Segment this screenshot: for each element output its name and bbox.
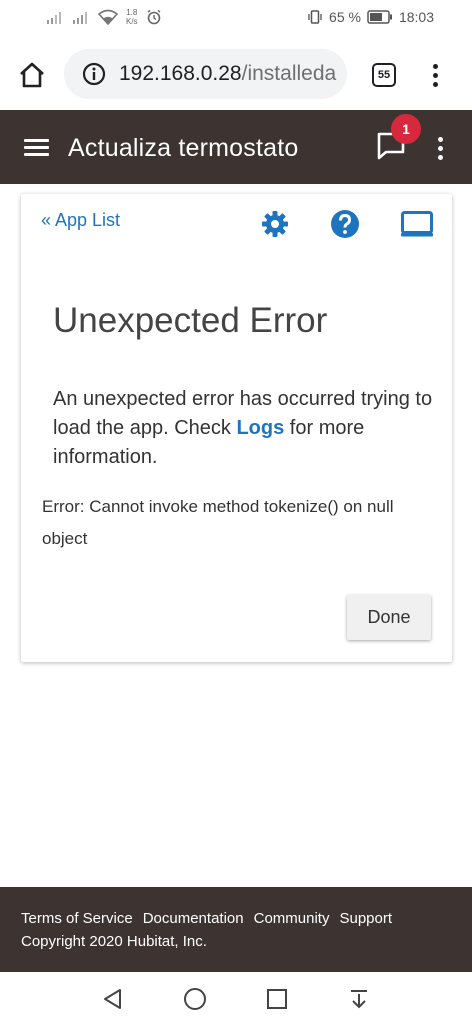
signal-icon — [47, 12, 61, 24]
error-message: An unexpected error has occurred trying … — [53, 385, 433, 472]
monitor-icon[interactable] — [401, 211, 433, 237]
clock: 18:03 — [398, 9, 434, 25]
done-button[interactable]: Done — [347, 595, 431, 640]
address-bar[interactable]: 192.168.0.28/installeda — [64, 49, 347, 99]
vibrate-icon — [308, 10, 322, 24]
footer-link-terms[interactable]: Terms of Service — [21, 910, 133, 927]
tab-switcher-button[interactable]: 55 — [372, 63, 396, 87]
browser-menu-icon[interactable] — [428, 62, 444, 90]
gear-icon[interactable] — [260, 209, 290, 239]
status-bar: 1.8 K/s 65 % 18:03 — [0, 0, 472, 40]
footer-link-documentation[interactable]: Documentation — [143, 910, 244, 927]
alarm-icon — [147, 9, 161, 25]
notification-badge: 1 — [391, 114, 421, 144]
logs-link[interactable]: Logs — [236, 417, 284, 439]
browser-toolbar: 192.168.0.28/installeda 55 — [0, 40, 472, 110]
help-icon[interactable] — [330, 209, 360, 239]
error-title: Unexpected Error — [53, 301, 328, 340]
menu-icon[interactable] — [24, 139, 49, 157]
signal-icon — [73, 12, 87, 24]
speed-unit: K/s — [126, 17, 138, 26]
overflow-menu-icon[interactable] — [433, 135, 449, 163]
system-nav-bar — [0, 972, 472, 1024]
page-title: Actualiza termostato — [68, 134, 299, 162]
download-icon[interactable] — [346, 986, 372, 1012]
footer-link-community[interactable]: Community — [254, 910, 330, 927]
battery-icon — [367, 10, 392, 24]
info-icon[interactable] — [82, 62, 106, 86]
footer-links: Terms of Service Documentation Community… — [21, 910, 392, 927]
url-text[interactable]: 192.168.0.28/installeda — [119, 62, 336, 86]
copyright: Copyright 2020 Hubitat, Inc. — [21, 933, 207, 950]
app-list-link[interactable]: « App List — [41, 210, 120, 231]
footer-link-support[interactable]: Support — [339, 910, 392, 927]
home-circle-icon[interactable] — [182, 986, 208, 1012]
footer: Terms of Service Documentation Community… — [0, 887, 472, 972]
speed-value: 1.8 — [126, 8, 138, 17]
network-speed: 1.8 K/s — [126, 8, 138, 26]
battery-percent: 65 % — [329, 9, 361, 25]
url-host: 192.168.0.28 — [119, 62, 242, 85]
error-detail: Error: Cannot invoke method tokenize() o… — [42, 497, 394, 548]
wifi-icon — [98, 9, 118, 25]
error-card: « App List Unexpected Error An unexpecte… — [21, 194, 452, 662]
back-icon[interactable] — [100, 986, 126, 1012]
url-path: /installeda — [241, 62, 337, 85]
home-icon[interactable] — [17, 60, 47, 90]
recents-icon[interactable] — [264, 986, 290, 1012]
